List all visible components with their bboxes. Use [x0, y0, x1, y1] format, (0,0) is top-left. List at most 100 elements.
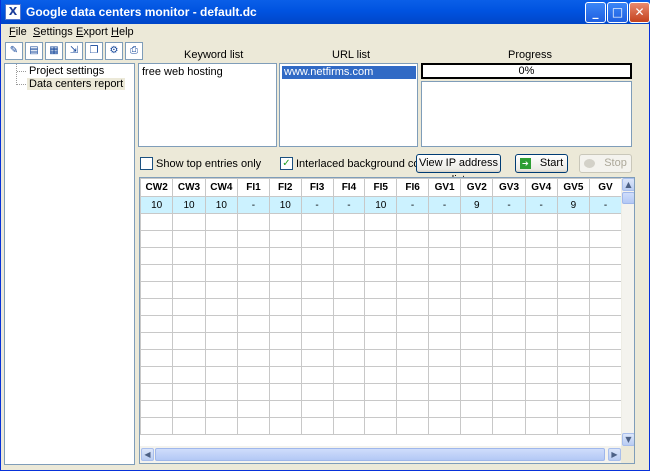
vertical-scrollbar[interactable]: ▲ ▼	[621, 178, 634, 446]
empty-cell	[492, 315, 526, 333]
scroll-left-icon[interactable]: ◀	[141, 448, 154, 461]
export-excel-icon[interactable]: ⇲	[65, 42, 83, 60]
empty-cell	[589, 332, 622, 350]
empty-cell	[204, 281, 239, 299]
open-icon[interactable]: ▤	[25, 42, 43, 60]
menu-file[interactable]: File	[9, 26, 27, 38]
table-cell[interactable]: -	[427, 196, 462, 214]
table-cell[interactable]: 10	[172, 196, 206, 214]
copy-icon[interactable]: ❐	[85, 42, 103, 60]
keyword-list[interactable]: free web hosting	[138, 63, 277, 147]
tree-item-project-settings[interactable]: Project settings	[27, 65, 106, 77]
empty-cell	[364, 247, 398, 265]
table-cell[interactable]: 10	[268, 196, 302, 214]
column-header[interactable]: GV1	[427, 178, 462, 197]
column-header[interactable]: CW4	[204, 178, 239, 197]
empty-cell	[237, 315, 270, 333]
keyword-item[interactable]: free web hosting	[142, 66, 223, 78]
empty-cell	[396, 298, 429, 316]
empty-cell	[524, 332, 558, 350]
settings-icon[interactable]: ⚙	[105, 42, 123, 60]
empty-cell	[268, 366, 302, 384]
horizontal-scrollbar[interactable]: ◀ ▶	[140, 446, 622, 463]
table-cell[interactable]: 10	[204, 196, 239, 214]
stop-icon	[584, 158, 596, 168]
table-row[interactable]: 10 10 10 - 10 - - 10 - - 9 - - 9 -	[140, 196, 622, 214]
interlaced-checkbox[interactable]: ✓	[280, 157, 293, 170]
print-icon[interactable]: ⎙	[125, 42, 143, 60]
url-list[interactable]: www.netfirms.com	[279, 63, 418, 147]
column-header[interactable]: GV	[589, 178, 622, 197]
menu-help[interactable]: Help	[111, 26, 134, 38]
new-project-icon[interactable]: ✎	[5, 42, 23, 60]
horizontal-scroll-thumb[interactable]	[155, 448, 605, 461]
empty-cell	[427, 230, 462, 248]
menu-export[interactable]: Export	[76, 26, 108, 38]
column-header[interactable]: FI5	[364, 178, 398, 197]
empty-cell	[332, 400, 366, 418]
save-icon[interactable]: ▦	[45, 42, 63, 60]
menu-settings[interactable]: Settings	[33, 26, 73, 38]
main-window: X Google data centers monitor - default.…	[0, 0, 650, 471]
table-cell[interactable]: 9	[460, 196, 494, 214]
empty-cell	[556, 230, 591, 248]
table-cell[interactable]: -	[300, 196, 334, 214]
progress-bar: 0%	[421, 63, 632, 79]
column-header[interactable]: CW3	[172, 178, 206, 197]
show-top-entries-label[interactable]: Show top entries only	[156, 158, 261, 170]
tree-connector	[17, 71, 26, 72]
scroll-down-icon[interactable]: ▼	[622, 433, 634, 446]
empty-cell	[300, 281, 334, 299]
column-header[interactable]: GV5	[556, 178, 591, 197]
empty-row	[140, 332, 622, 350]
empty-cell	[524, 417, 558, 435]
table-cell[interactable]: 10	[140, 196, 174, 214]
empty-cell	[204, 247, 239, 265]
column-header[interactable]: FI1	[237, 178, 270, 197]
title-bar[interactable]: X Google data centers monitor - default.…	[1, 0, 650, 24]
vertical-scroll-thumb[interactable]	[622, 192, 634, 204]
empty-row	[140, 213, 622, 231]
data-centers-grid[interactable]: CW2 CW3 CW4 FI1 FI2 FI3 FI4 FI5 FI6 GV1 …	[139, 177, 635, 464]
table-cell[interactable]: 9	[556, 196, 591, 214]
column-header[interactable]: FI6	[396, 178, 429, 197]
table-cell[interactable]: -	[237, 196, 270, 214]
tree-item-data-centers-report[interactable]: Data centers report	[27, 78, 126, 90]
table-cell[interactable]: -	[589, 196, 622, 214]
column-header[interactable]: FI2	[268, 178, 302, 197]
close-button[interactable]: ✕	[629, 2, 650, 23]
table-cell[interactable]: -	[332, 196, 366, 214]
minimize-button[interactable]: _	[585, 2, 606, 23]
view-ip-address-list-button[interactable]: View IP address list	[416, 154, 501, 186]
show-top-entries-checkbox[interactable]	[140, 157, 153, 170]
empty-cell	[364, 230, 398, 248]
empty-cell	[460, 366, 494, 384]
column-header[interactable]: GV2	[460, 178, 494, 197]
url-item[interactable]: www.netfirms.com	[282, 66, 416, 79]
column-header[interactable]: GV3	[492, 178, 526, 197]
table-cell[interactable]: -	[524, 196, 558, 214]
column-header[interactable]: CW2	[140, 178, 174, 197]
column-header[interactable]: GV4	[524, 178, 558, 197]
empty-cell	[492, 247, 526, 265]
empty-cell	[396, 213, 429, 231]
empty-cell	[364, 332, 398, 350]
scroll-up-icon[interactable]: ▲	[622, 178, 634, 191]
stop-button[interactable]: Stop	[579, 154, 632, 173]
maximize-button[interactable]: □	[607, 2, 628, 23]
table-cell[interactable]: -	[396, 196, 429, 214]
column-header[interactable]: FI4	[332, 178, 366, 197]
empty-cell	[460, 349, 494, 367]
interlaced-label[interactable]: Interlaced background color	[296, 158, 432, 170]
empty-cell	[237, 230, 270, 248]
empty-cell	[364, 366, 398, 384]
scroll-right-icon[interactable]: ▶	[608, 448, 621, 461]
table-cell[interactable]: -	[492, 196, 526, 214]
start-button[interactable]: ➔ Start	[515, 154, 568, 173]
empty-cell	[427, 264, 462, 282]
empty-cell	[300, 366, 334, 384]
table-cell[interactable]: 10	[364, 196, 398, 214]
column-header[interactable]: FI3	[300, 178, 334, 197]
header-row: CW2 CW3 CW4 FI1 FI2 FI3 FI4 FI5 FI6 GV1 …	[140, 178, 622, 197]
empty-cell	[556, 298, 591, 316]
